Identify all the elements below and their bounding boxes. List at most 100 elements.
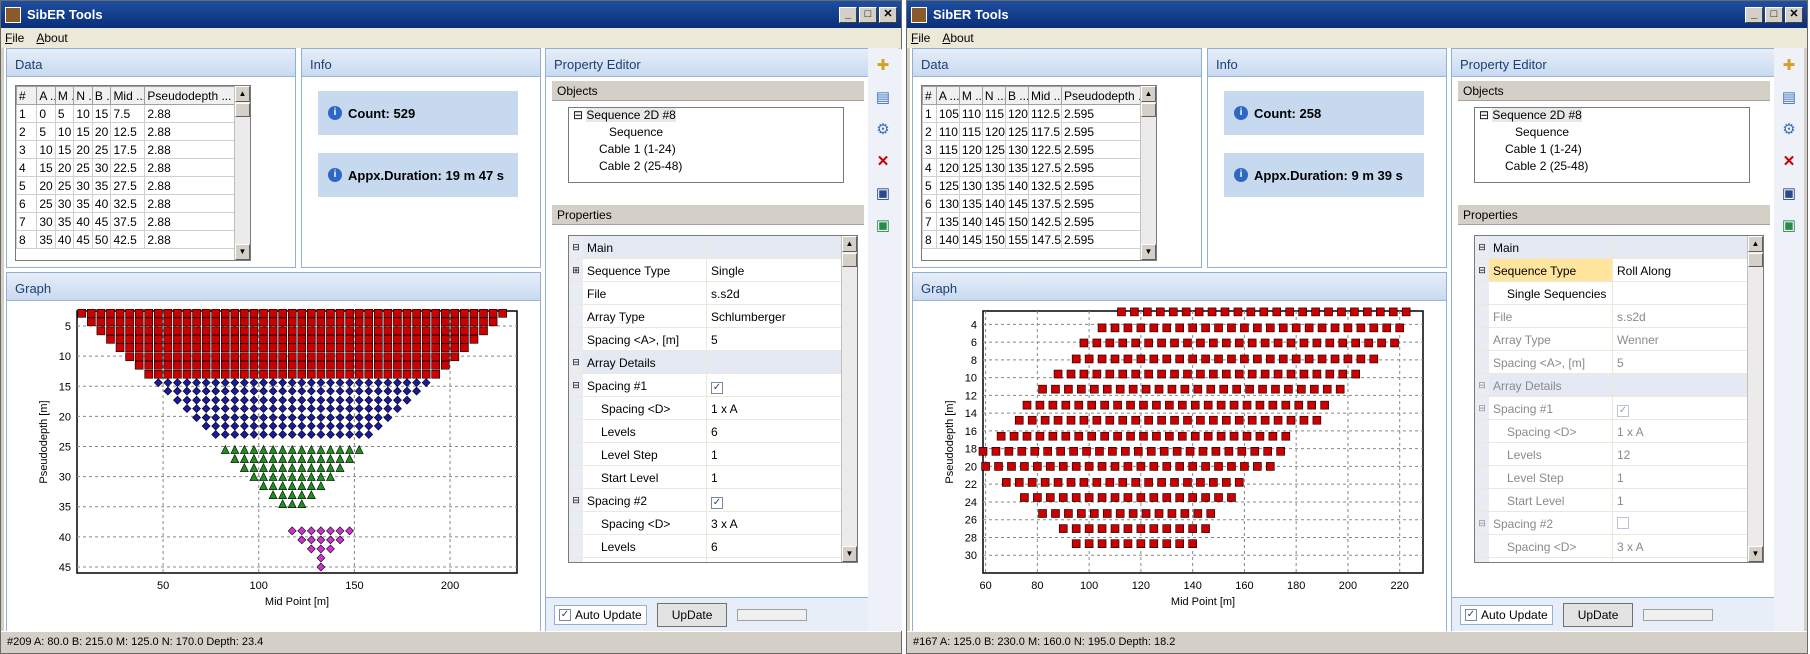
- property-row[interactable]: ⊟ Spacing #2 ✓: [569, 489, 857, 512]
- property-row[interactable]: ⊟ Main: [569, 236, 857, 259]
- menu-about[interactable]: About: [36, 31, 67, 45]
- property-row[interactable]: Spacing <D> 1 x A: [569, 397, 857, 420]
- property-row[interactable]: Spacing <D> 3 x A: [569, 512, 857, 535]
- property-scrollbar[interactable]: ▲ ▼: [1747, 236, 1763, 562]
- open-icon[interactable]: ▤: [874, 88, 892, 106]
- new-object-icon[interactable]: ✚: [1780, 56, 1798, 74]
- property-row[interactable]: ⊟ Sequence Type Roll Along: [1475, 259, 1763, 282]
- auto-update-checkbox[interactable]: ✓ Auto Update: [554, 604, 647, 625]
- tree-node-cable1[interactable]: Cable 1 (1-24): [1475, 142, 1749, 159]
- property-row[interactable]: Spacing <D> 1 x A: [1475, 420, 1763, 443]
- table-row[interactable]: 1 105 110 115 120 112.5 2.595: [922, 104, 1142, 123]
- property-value[interactable]: [707, 351, 857, 373]
- export-icon[interactable]: ▣: [1780, 216, 1798, 234]
- property-value[interactable]: 6: [707, 535, 857, 557]
- delete-icon[interactable]: ✕: [874, 152, 892, 170]
- checkbox-icon[interactable]: [1617, 517, 1629, 529]
- tree-node-cable2[interactable]: Cable 2 (25-48): [569, 159, 843, 176]
- property-value[interactable]: ✓: [707, 374, 857, 396]
- menu-about[interactable]: About: [942, 31, 973, 45]
- property-row[interactable]: ⊟ Array Details: [1475, 374, 1763, 397]
- objects-tree[interactable]: ⊟ Sequence 2D #8 Sequence Cable 1 (1-24)…: [1474, 107, 1750, 183]
- property-row[interactable]: Level Step1: [1475, 466, 1763, 489]
- property-row[interactable]: Spacing <A>, [m] 5: [1475, 351, 1763, 374]
- expand-toggle-icon[interactable]: ⊞: [569, 259, 583, 281]
- collapse-icon[interactable]: ⊟: [1479, 108, 1489, 122]
- table-row[interactable]: 5 20 25 30 35 27.5 2.88: [16, 176, 236, 195]
- expand-toggle-icon[interactable]: ⊟: [1475, 236, 1489, 258]
- expand-toggle-icon[interactable]: ⊟: [569, 351, 583, 373]
- property-row[interactable]: Levels 12: [1475, 443, 1763, 466]
- property-value[interactable]: [1613, 374, 1763, 396]
- table-row[interactable]: 1 0 5 10 15 7.5 2.88: [16, 104, 236, 123]
- minimize-button[interactable]: _: [1745, 6, 1763, 23]
- scroll-thumb[interactable]: [1748, 253, 1763, 267]
- expand-toggle-icon[interactable]: ⊟: [1475, 374, 1489, 396]
- property-grid[interactable]: ▲ ▼ ⊟ Main ⊞ Sequence Type Single File s.s2d Arr…: [568, 235, 858, 563]
- table-row[interactable]: 7 135 140 145 150 142.5 2.595: [922, 212, 1142, 231]
- tree-node-cable1[interactable]: Cable 1 (1-24): [569, 142, 843, 159]
- table-row[interactable]: 4 15 20 25 30 22.5 2.88: [16, 158, 236, 177]
- property-value[interactable]: [1613, 512, 1763, 534]
- column-header[interactable]: B ...: [1004, 86, 1029, 105]
- column-header[interactable]: Mid ...: [1027, 86, 1063, 105]
- data-scrollbar[interactable]: ▲ ▼: [234, 86, 250, 260]
- property-row[interactable]: ⊟ Main: [1475, 236, 1763, 259]
- property-value[interactable]: 3 x A: [707, 512, 857, 534]
- property-grid[interactable]: ▲ ▼ ⊟ Main ⊟ Sequence Type Roll Along Single S…: [1474, 235, 1764, 563]
- column-header[interactable]: Pseudodepth ...: [1061, 86, 1142, 105]
- settings-icon[interactable]: ⚙: [1780, 120, 1798, 138]
- property-value[interactable]: [1613, 282, 1763, 304]
- save-icon[interactable]: ▣: [1780, 184, 1798, 202]
- column-header[interactable]: N ...: [73, 86, 93, 105]
- property-row[interactable]: Levels6: [1475, 558, 1763, 562]
- property-value[interactable]: Wenner: [1613, 328, 1763, 350]
- table-row[interactable]: 5 125 130 135 140 132.5 2.595: [922, 176, 1142, 195]
- property-value[interactable]: 1: [707, 466, 857, 488]
- checkbox-icon[interactable]: ✓: [1617, 405, 1629, 417]
- property-value[interactable]: s.s2d: [707, 282, 857, 304]
- expand-toggle-icon[interactable]: ⊟: [1475, 259, 1489, 281]
- column-header[interactable]: #: [922, 86, 937, 105]
- table-row[interactable]: 6 25 30 35 40 32.5 2.88: [16, 194, 236, 213]
- minimize-button[interactable]: _: [839, 6, 857, 23]
- table-row[interactable]: 3 10 15 20 25 17.5 2.88: [16, 140, 236, 159]
- data-grid[interactable]: #A ...M ...N ...B ...Mid ...Pseudodepth …: [921, 85, 1157, 261]
- update-button[interactable]: UpDate: [1562, 602, 1634, 627]
- property-value[interactable]: 1 x A: [707, 397, 857, 419]
- new-object-icon[interactable]: ✚: [874, 56, 892, 74]
- tree-node-sequence[interactable]: Sequence: [569, 125, 843, 142]
- property-row[interactable]: Start Level 1: [1475, 489, 1763, 512]
- column-header[interactable]: A ...: [935, 86, 960, 105]
- property-value[interactable]: [707, 236, 857, 258]
- menu-file[interactable]: File: [5, 31, 24, 45]
- property-row[interactable]: Level Step1: [569, 443, 857, 466]
- auto-update-checkbox[interactable]: ✓ Auto Update: [1460, 604, 1553, 625]
- update-button[interactable]: UpDate: [656, 602, 728, 627]
- data-scrollbar[interactable]: ▲ ▼: [1140, 86, 1156, 260]
- property-row[interactable]: Levels6: [569, 535, 857, 558]
- column-header[interactable]: #: [16, 86, 38, 105]
- property-row[interactable]: Level Step1: [569, 558, 857, 562]
- property-row[interactable]: ⊟ Spacing #1 ✓: [1475, 397, 1763, 420]
- column-header[interactable]: A ...: [36, 86, 56, 105]
- scroll-down-icon[interactable]: ▼: [1748, 546, 1763, 562]
- checkbox-icon[interactable]: ✓: [711, 497, 723, 509]
- close-button[interactable]: ✕: [1785, 6, 1803, 23]
- property-value[interactable]: 1 x A: [1613, 420, 1763, 442]
- property-value[interactable]: 6: [1613, 558, 1763, 562]
- property-value[interactable]: 1: [1613, 466, 1763, 488]
- property-value[interactable]: 3 x A: [1613, 535, 1763, 557]
- property-row[interactable]: ⊞ Sequence Type Single: [569, 259, 857, 282]
- property-row[interactable]: File s.s2d: [1475, 305, 1763, 328]
- scroll-down-icon[interactable]: ▼: [235, 244, 250, 260]
- property-scrollbar[interactable]: ▲ ▼: [841, 236, 857, 562]
- property-row[interactable]: Spacing <A>, [m] 5: [569, 328, 857, 351]
- column-header[interactable]: N ...: [981, 86, 1006, 105]
- property-row[interactable]: ⊟ Spacing #2: [1475, 512, 1763, 535]
- expand-toggle-icon[interactable]: ⊟: [1475, 512, 1489, 534]
- property-value[interactable]: 1: [1613, 489, 1763, 511]
- menu-file[interactable]: File: [911, 31, 930, 45]
- table-row[interactable]: 8 35 40 45 50 42.5 2.88: [16, 230, 236, 249]
- close-button[interactable]: ✕: [879, 6, 897, 23]
